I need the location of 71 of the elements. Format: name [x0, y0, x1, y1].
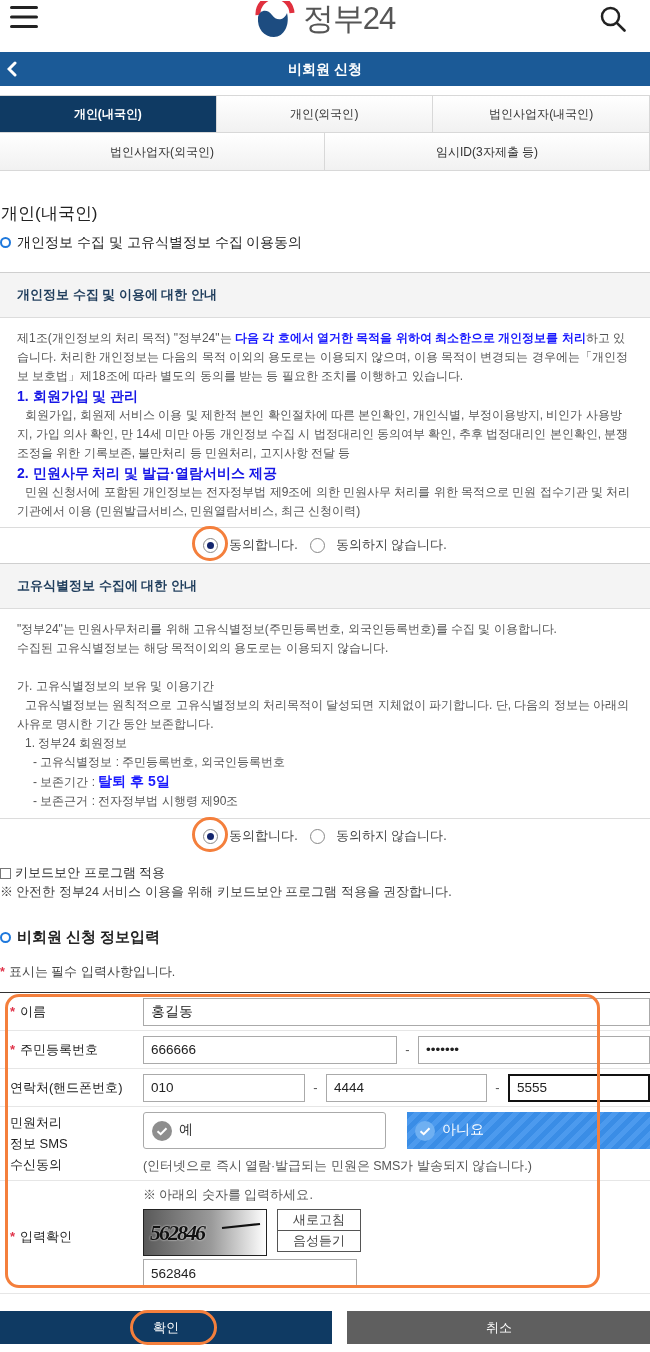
captcha-hint: ※ 아래의 숫자를 입력하세요. [143, 1187, 313, 1204]
checkbox-label[interactable]: 키보드보안 프로그램 적용 [15, 864, 166, 882]
notice-list-item: 1. 정부24 회원정보 [24, 735, 129, 752]
radio-button[interactable] [309, 538, 325, 553]
input-field[interactable]: 562846 [143, 1259, 357, 1287]
required-mark: * [10, 1002, 16, 1021]
check-circle-icon [152, 1120, 172, 1141]
notice-text: 민원 신청서에 포함된 개인정보는 전자정부법 제9조에 의한 민원사무 처리를 위한 목적으로 민원 접수기관 및 처리기관에서 이용 (민원발급서비스, 민원열람서비스, 최근 신청이력) [17, 484, 632, 520]
search-icon[interactable] [600, 6, 626, 32]
toggle-option[interactable]: 예 [143, 1112, 386, 1149]
captcha-button[interactable]: 새로고침 [277, 1209, 361, 1231]
input-field[interactable]: 666666 [143, 1035, 397, 1064]
subsection-heading: 개인정보 수집 및 고유식별정보 수집 이용동의 [17, 233, 303, 251]
input-field[interactable]: 010 [143, 1073, 305, 1102]
option-label[interactable]: 동의합니다. [229, 827, 298, 846]
option-label[interactable]: 동의하지 않습니다. [335, 827, 447, 846]
option-label[interactable]: 동의하지 않습니다. [335, 536, 447, 555]
tab[interactable]: 법인사업자(외국인) [0, 133, 325, 171]
security-note: ※ 안전한 정부24 서비스 이용을 위해 키보드보안 프로그램 적용을 권장합니다. [0, 884, 452, 901]
captcha-text: 562846 [150, 1219, 204, 1247]
section-heading: 개인(내국인) [1, 204, 98, 224]
input-field[interactable]: ••••••• [418, 1035, 650, 1064]
tab[interactable]: 임시ID(3자제출 등) [325, 133, 650, 171]
check-circle-icon [415, 1120, 435, 1141]
subsection-heading: 비회원 신청 정보입력 [17, 927, 161, 947]
tab[interactable]: 개인(외국인) [216, 95, 434, 133]
radio-button[interactable] [309, 829, 325, 844]
ring-bullet-icon [0, 931, 11, 943]
notice-text: 수집된 고유식별정보는 해당 목적이외의 용도로는 이용되지 않습니다. [17, 640, 390, 657]
separator-dash: - [494, 1078, 501, 1097]
field-label: 연락처(핸드폰번호) [10, 1078, 123, 1097]
logo-emblem-icon [254, 1, 295, 39]
input-field[interactable]: 5555 [508, 1073, 650, 1102]
checkbox[interactable] [0, 867, 11, 879]
notice-item-heading: 2. 민원사무 처리 및 발급·열람서비스 제공 [17, 464, 278, 483]
separator-dash: - [404, 1040, 411, 1059]
tab[interactable]: 개인(내국인) [0, 95, 217, 133]
notice-text: 제1조(개인정보의 처리 목적) "정부24"는 다음 각 호에서 열거한 목적을 위하여 최소한으로 개인정보를 처리하고 있습니다. 처리한 개인정보는 다음의 목적 이외의 용도로는 이용되지 않으며, 이용 목적이 변경되는 경우에는「개인정보 보호법」제18조에 따라 별도의 동의를 받는 등 필요한 조치를 이행하고 있습니다. [17, 330, 629, 385]
radio-button[interactable] [203, 538, 219, 553]
strike-line-icon [221, 1222, 261, 1230]
option-label[interactable]: 동의합니다. [229, 536, 298, 555]
logo-text: 정부24 [302, 0, 396, 38]
required-mark: * [0, 964, 5, 981]
field-label: 입력확인 [20, 1227, 73, 1246]
separator-dash: - [312, 1078, 319, 1097]
menu-icon[interactable] [10, 6, 38, 28]
back-chevron-icon [7, 61, 17, 77]
notice-list-item: - 보존기간 : 탈퇴 후 5일 [32, 772, 171, 791]
required-mark: * [10, 1040, 16, 1059]
field-label: 이름 [20, 1002, 47, 1021]
tab[interactable]: 법인사업자(내국인) [433, 95, 650, 133]
required-mark: * [10, 1227, 16, 1246]
notice-text: 회원가입, 회원제 서비스 이용 및 제한적 본인 확인절차에 따른 본인확인, 개인식별, 부정이용방지, 비인가 사용방지, 가입 의사 확인, 만 14세 미만 아동 개인정보 수집 시 법정대리인 동의여부 확인, 추후 법정대리인 본인확인, 분쟁 조정을 위한 기록보존, 불만처리 등 민원처리, 고지사항 전달 등 [17, 407, 630, 462]
notice-list-item: - 보존근거 : 전자정부법 시행령 제90조 [32, 793, 240, 810]
captcha-button[interactable]: 음성듣기 [277, 1230, 361, 1252]
page-title: 비회원 신청 [288, 59, 362, 79]
radio-button[interactable] [203, 829, 219, 844]
sms-note: (인터넷으로 즉시 열람·발급되는 민원은 SMS가 발송되지 않습니다.) [143, 1158, 532, 1175]
notice-list-item: - 고유식별정보 : 주민등록번호, 외국인등록번호 [32, 754, 286, 771]
ring-bullet-icon [0, 236, 11, 248]
notice-text: 고유식별정보는 원칙적으로 고유식별정보의 처리목적이 달성되면 지체없이 파기합니다. 단, 다음의 정보는 아래의 사유로 명시한 기간 동안 보존합니다. [17, 697, 630, 733]
notice-item-heading: 가. 고유식별정보의 보유 및 이용기간 [17, 678, 215, 695]
notice-header: 고유식별정보 수집에 대한 안내 [0, 564, 650, 609]
notice-header: 개인정보 수집 및 이용에 대한 안내 [0, 273, 650, 318]
notice-text: "정부24"는 민원사무처리를 위해 고유식별정보(주민등록번호, 외국인등록번호)를 수집 및 이용합니다. [17, 621, 558, 638]
input-field[interactable]: 홍길동 [143, 997, 650, 1026]
field-label: 주민등록번호 [20, 1040, 99, 1059]
notice-item-heading: 1. 회원가입 및 관리 [17, 387, 140, 406]
required-note: 표시는 필수 입력사항입니다. [8, 964, 176, 981]
field-label: 민원처리 정보 SMS 수신동의 [10, 1114, 69, 1174]
input-field[interactable]: 4444 [326, 1073, 487, 1102]
